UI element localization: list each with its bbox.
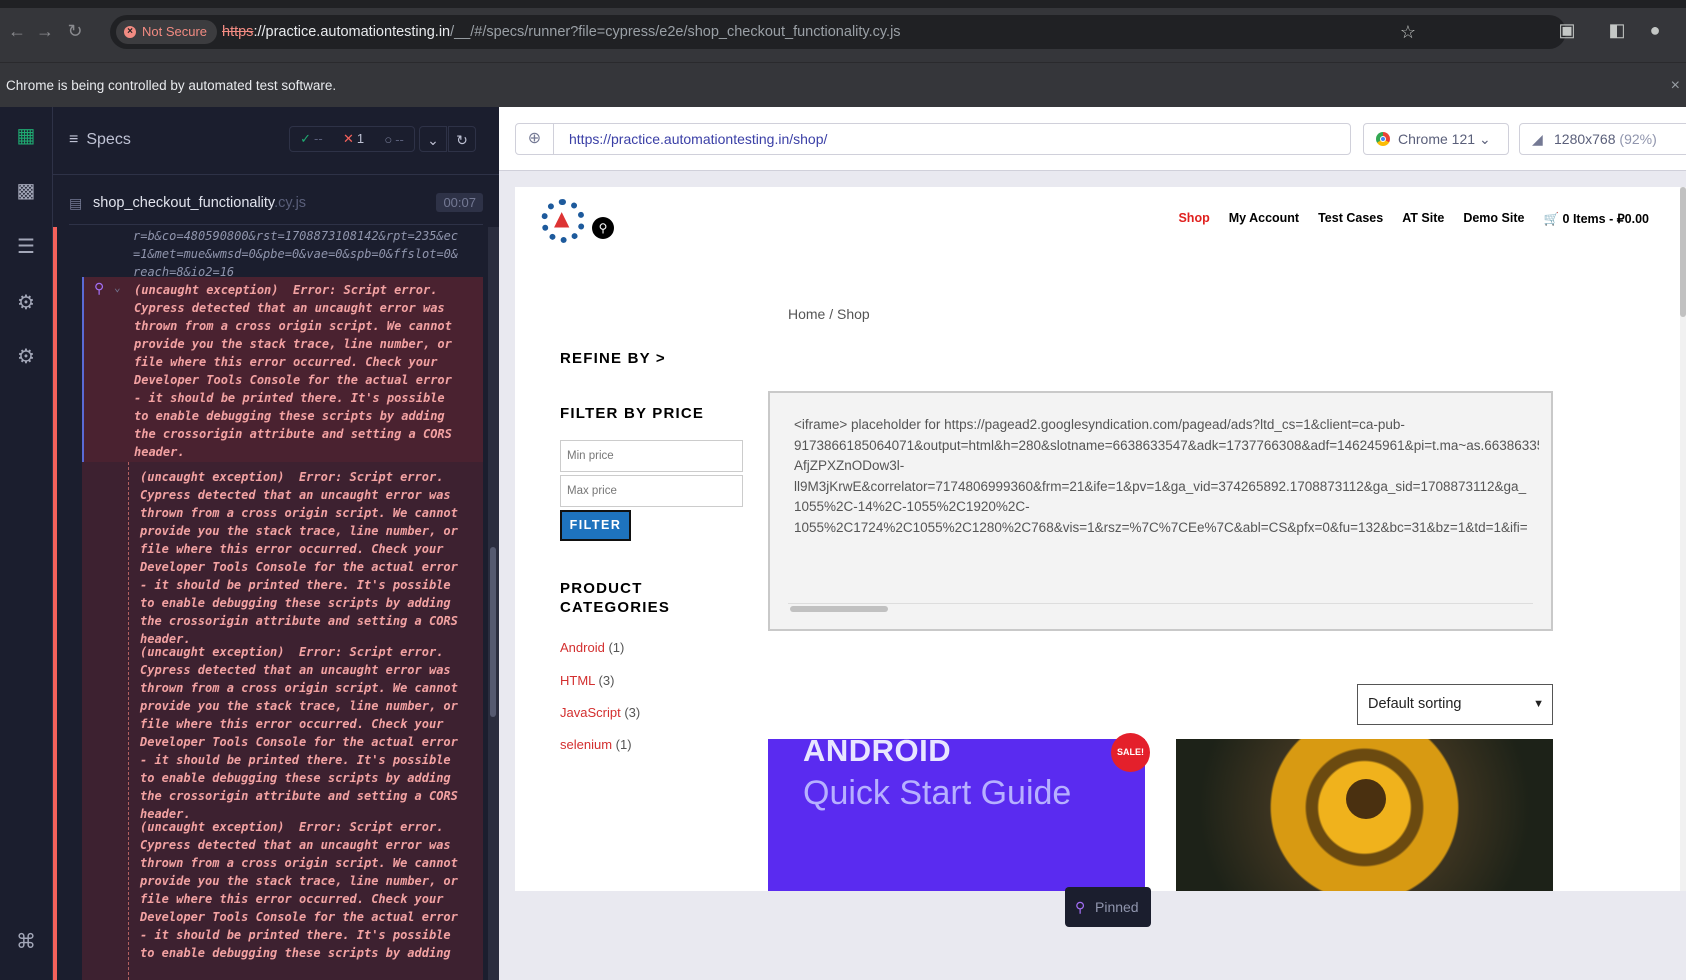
chevron-down-icon[interactable]: ⌄ bbox=[114, 279, 121, 297]
sale-badge: SALE! bbox=[1111, 733, 1150, 772]
scroll-thumb[interactable] bbox=[790, 606, 888, 612]
runs-icon[interactable]: ▩ bbox=[10, 175, 42, 207]
debug-bug-icon[interactable]: ⚙ bbox=[10, 287, 42, 319]
address-bar[interactable]: × Not Secure https://practice.automation… bbox=[110, 15, 1566, 49]
product-image-sunflower[interactable] bbox=[1176, 739, 1553, 891]
command-log: r=b&co=480590800&rst=1708873108142&rpt=2… bbox=[53, 227, 483, 980]
log-url-fragment: r=b&co=480590800&rst=1708873108142&rpt=2… bbox=[133, 229, 459, 279]
pinned-indicator[interactable]: ⚲ Pinned bbox=[1065, 887, 1151, 927]
close-icon[interactable]: × bbox=[1671, 63, 1680, 108]
website-frame: ▲ ⚲ Shop My Account Test Cases AT Site D… bbox=[515, 187, 1686, 891]
settings-gear-icon[interactable]: ⚙ bbox=[10, 341, 42, 373]
tab-strip bbox=[0, 0, 1686, 8]
side-panel-icon[interactable]: ◧ bbox=[1605, 18, 1629, 42]
filter-button[interactable]: FILTER bbox=[560, 510, 631, 541]
error-message[interactable]: (uncaught exception) Error: Script error… bbox=[140, 643, 480, 823]
sort-select[interactable]: Default sorting ▼ bbox=[1357, 684, 1553, 725]
nav-my-account[interactable]: My Account bbox=[1229, 211, 1299, 227]
error-message[interactable]: (uncaught exception) Error: Script error… bbox=[140, 818, 480, 962]
pin-icon[interactable]: ⚲ bbox=[94, 280, 104, 298]
error-children: (uncaught exception) Error: Script error… bbox=[82, 462, 483, 980]
category-item: Android (1) bbox=[560, 640, 625, 655]
category-item: selenium (1) bbox=[560, 737, 632, 752]
max-price-input[interactable]: Max price bbox=[560, 475, 743, 507]
page-scrollbar[interactable] bbox=[1680, 187, 1686, 891]
failure-indicator bbox=[53, 227, 57, 980]
filter-by-price-heading: FILTER BY PRICE bbox=[560, 405, 705, 422]
spec-file-row[interactable]: ▤ shop_checkout_functionality.cy.js 00:0… bbox=[69, 187, 483, 225]
viewport-icon: ◢ bbox=[1532, 131, 1543, 147]
spec-duration: 00:07 bbox=[436, 193, 483, 212]
specs-list-icon: ≡ bbox=[69, 131, 79, 148]
error-message[interactable]: (uncaught exception) Error: Script error… bbox=[140, 468, 480, 648]
nav-at-site[interactable]: AT Site bbox=[1402, 211, 1444, 227]
viewport-info[interactable]: ◢ 1280x768 (92%) bbox=[1519, 123, 1686, 155]
chrome-icon bbox=[1376, 132, 1390, 146]
warning-icon: × bbox=[124, 26, 136, 38]
aut-header: ⊕ https://practice.automationtesting.in/… bbox=[499, 107, 1686, 171]
nest-line bbox=[128, 462, 129, 980]
min-price-input[interactable]: Min price bbox=[560, 440, 743, 472]
not-secure-badge[interactable]: × Not Secure bbox=[116, 20, 218, 44]
bookmark-star-icon[interactable]: ☆ bbox=[1396, 20, 1420, 44]
product-image-android[interactable]: ANDROID Quick Start Guide bbox=[768, 739, 1145, 891]
browser-toolbar: ← → ↻ × Not Secure https://practice.auto… bbox=[0, 0, 1686, 62]
site-nav: Shop My Account Test Cases AT Site Demo … bbox=[1178, 211, 1649, 227]
url-text: https://practice.automationtesting.in/__… bbox=[222, 24, 901, 40]
specs-toggle[interactable]: ≡ Specs bbox=[69, 131, 131, 149]
keyboard-shortcut-icon[interactable]: ⌘ bbox=[10, 926, 42, 958]
specs-list-icon[interactable]: ☰ bbox=[10, 231, 42, 263]
extensions-icon[interactable]: ▣ bbox=[1555, 18, 1579, 42]
category-item: HTML (3) bbox=[560, 673, 615, 688]
reporter-scrollbar[interactable] bbox=[488, 227, 499, 980]
app-under-test-panel: ⊕ https://practice.automationtesting.in/… bbox=[499, 107, 1686, 980]
chevron-down-icon: ▼ bbox=[1533, 698, 1544, 710]
breadcrumb[interactable]: Home / Shop bbox=[788, 306, 870, 322]
aut-url-text: https://practice.automationtesting.in/sh… bbox=[569, 131, 828, 147]
reporter-header: ≡ Specs ✓ -- ✕ 1 ○ -- ⌄ ↻ bbox=[53, 107, 499, 175]
nav-test-cases[interactable]: Test Cases bbox=[1318, 211, 1383, 227]
nav-shop[interactable]: Shop bbox=[1178, 211, 1209, 227]
uncaught-exception-entry[interactable]: ⚲ ⌄ (uncaught exception) Error: Script e… bbox=[82, 277, 483, 462]
pin-icon: ⚲ bbox=[1075, 899, 1086, 915]
cypress-nav: ▦ ▩ ☰ ⚙ ⚙ ⌘ bbox=[0, 107, 53, 980]
failed-stat: ✕ 1 bbox=[342, 131, 365, 146]
automation-infobar: Chrome is being controlled by automated … bbox=[0, 62, 1686, 107]
file-icon: ▤ bbox=[69, 195, 83, 211]
test-stats: ✓ -- ✕ 1 ○ -- bbox=[289, 126, 415, 152]
chevron-down-icon[interactable]: ⌄ bbox=[419, 126, 447, 152]
cypress-logo-icon[interactable]: ▦ bbox=[10, 120, 42, 152]
pending-stat: ○ -- bbox=[384, 131, 404, 147]
selector-playground-icon[interactable]: ⊕ bbox=[516, 124, 554, 154]
back-icon[interactable]: ← bbox=[6, 20, 28, 42]
aut-url-bar[interactable]: ⊕ https://practice.automationtesting.in/… bbox=[515, 123, 1351, 155]
iframe-scrollbar[interactable] bbox=[788, 603, 1533, 612]
scroll-thumb[interactable] bbox=[490, 547, 496, 717]
passed-stat: ✓ -- bbox=[300, 131, 323, 146]
cart-icon: 🛒 bbox=[1543, 212, 1560, 226]
error-message: (uncaught exception) Error: Script error… bbox=[134, 283, 452, 459]
product-categories-heading: PRODUCT CATEGORIES bbox=[560, 580, 671, 616]
browser-selector[interactable]: Chrome 121 ⌄ bbox=[1363, 123, 1509, 155]
chevron-down-icon: ⌄ bbox=[1478, 131, 1491, 147]
rerun-icon[interactable]: ↻ bbox=[448, 126, 476, 152]
scroll-thumb[interactable] bbox=[1680, 187, 1686, 317]
cypress-reporter: ≡ Specs ✓ -- ✕ 1 ○ -- ⌄ ↻ ▤ shop_checkout_f… bbox=[53, 107, 499, 980]
reload-icon[interactable]: ↻ bbox=[64, 20, 86, 42]
forward-icon[interactable]: → bbox=[34, 20, 56, 42]
site-logo[interactable]: ▲ bbox=[541, 199, 587, 245]
refine-by-heading[interactable]: REFINE BY > bbox=[560, 350, 666, 367]
profile-icon[interactable]: ● bbox=[1643, 18, 1667, 42]
ad-iframe-placeholder: <iframe> placeholder for https://pagead2… bbox=[768, 391, 1553, 631]
spec-file-name: shop_checkout_functionality.cy.js bbox=[93, 195, 307, 211]
search-icon[interactable]: ⚲ bbox=[592, 217, 614, 239]
nav-cart[interactable]: 🛒 0 Items - ₽0.00 bbox=[1543, 211, 1649, 227]
category-item: JavaScript (3) bbox=[560, 705, 641, 720]
nav-demo-site[interactable]: Demo Site bbox=[1463, 211, 1524, 227]
